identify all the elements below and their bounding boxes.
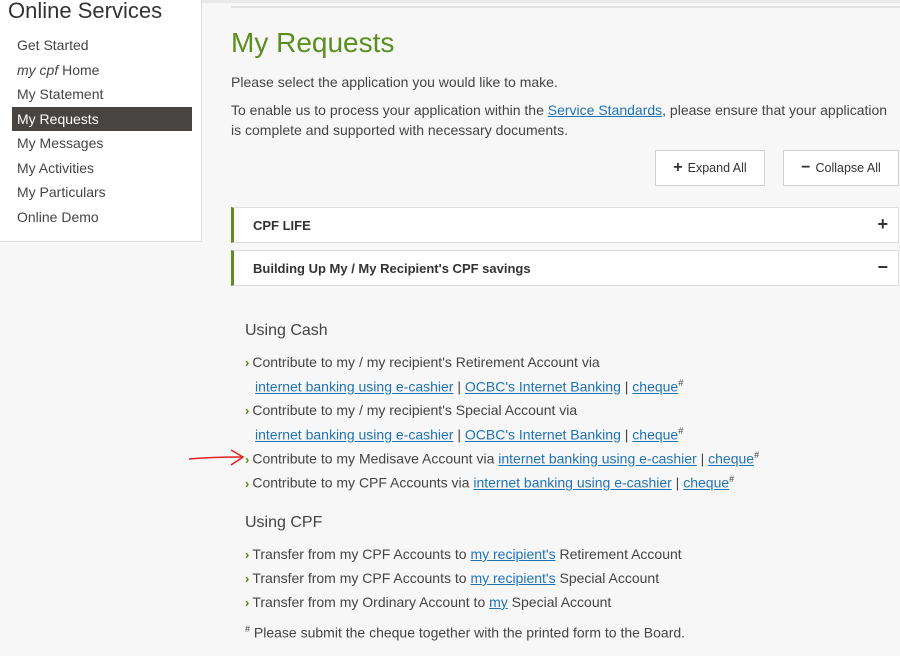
chevron-right-icon: › — [245, 595, 250, 610]
sidebar: Online Services Get Started my cpf Home … — [0, 0, 202, 242]
collapse-minus-icon[interactable]: − — [877, 257, 888, 278]
footnote-text: Please submit the cheque together with t… — [250, 624, 686, 641]
footnote-mark: # — [754, 450, 760, 460]
my-link[interactable]: my — [489, 594, 508, 610]
sidebar-item-label: Home — [58, 61, 100, 78]
list-item: › Contribute to my / my recipient's Speci… — [245, 402, 577, 418]
accordion-building-up-savings[interactable]: Building Up My / My Recipient's CPF savi… — [231, 250, 899, 286]
separator: | — [671, 474, 684, 491]
item-text: Contribute to my CPF Accounts via — [252, 474, 474, 491]
cheque-link[interactable]: cheque — [683, 475, 729, 491]
section-heading-using-cash: Using Cash — [245, 322, 328, 339]
item-text: Contribute to my / my recipient's Retire… — [252, 354, 600, 370]
item-text: Special Account — [507, 594, 612, 610]
sidebar-item-my-cpf-home[interactable]: my cpf Home — [12, 58, 192, 83]
ocbc-link[interactable]: OCBC's Internet Banking — [465, 427, 621, 443]
e-cashier-link[interactable]: internet banking using e-cashier — [255, 427, 453, 443]
sidebar-item-my-requests[interactable]: My Requests — [12, 106, 192, 131]
list-item: › Contribute to my / my recipient's Retir… — [245, 354, 600, 370]
e-cashier-link[interactable]: internet banking using e-cashier — [473, 475, 671, 491]
sidebar-item-label: My Messages — [17, 135, 104, 151]
item-text: Retirement Account — [555, 546, 682, 562]
footnote-mark: # — [678, 378, 684, 388]
sidebar-list: Get Started my cpf Home My Statement My … — [12, 33, 192, 229]
item-text: Special Account — [555, 570, 660, 586]
item-text: Contribute to my / my recipient's Specia… — [252, 402, 578, 418]
footnote-mark: # — [729, 474, 735, 484]
chevron-right-icon: › — [245, 571, 250, 586]
sidebar-item-my-statement[interactable]: My Statement — [12, 82, 192, 107]
button-label: Expand All — [687, 161, 747, 175]
separator: | — [696, 450, 709, 467]
sidebar-item-label: My Activities — [17, 159, 95, 176]
top-divider — [231, 6, 900, 8]
section-heading-using-cpf: Using CPF — [245, 514, 323, 531]
plus-icon: + — [673, 159, 683, 176]
chevron-right-icon: › — [245, 403, 250, 418]
accordion-title: CPF LIFE — [253, 218, 311, 233]
expand-all-button[interactable]: + Expand All — [655, 150, 765, 186]
sidebar-item-my-particulars[interactable]: My Particulars — [12, 180, 192, 205]
minus-icon: − — [801, 159, 811, 176]
expand-plus-icon[interactable]: + — [877, 214, 888, 235]
list-item: › Transfer from my CPF Accounts to my rec… — [245, 570, 659, 586]
separator: | — [620, 426, 633, 443]
intro-text: Please select the application you would … — [231, 74, 558, 90]
sidebar-item-label-em: my cpf — [17, 61, 59, 78]
e-cashier-link[interactable]: internet banking using e-cashier — [255, 379, 453, 395]
sidebar-item-my-activities[interactable]: My Activities — [12, 156, 192, 181]
separator: | — [453, 378, 465, 395]
page-title: My Requests — [231, 27, 395, 58]
my-recipients-link[interactable]: my recipient's — [470, 570, 555, 586]
sidebar-item-label: My Particulars — [17, 184, 106, 200]
collapse-all-button[interactable]: − Collapse All — [783, 150, 899, 186]
cheque-link[interactable]: cheque — [632, 379, 678, 395]
text: To enable us to process your application… — [231, 102, 548, 118]
link-row: internet banking using e-cashier | OCBC'… — [255, 378, 683, 395]
separator: | — [453, 426, 465, 443]
list-item: › Transfer from my Ordinary Account to my… — [245, 594, 611, 610]
item-text: Contribute to my Medisave Account via — [252, 450, 499, 467]
ocbc-link[interactable]: OCBC's Internet Banking — [465, 379, 621, 395]
separator: | — [620, 378, 633, 395]
list-item: › Contribute to my CPF Accounts via inter… — [245, 474, 734, 491]
sidebar-item-get-started[interactable]: Get Started — [12, 33, 192, 58]
service-standards-text: To enable us to process your application… — [231, 100, 899, 140]
list-item: › Transfer from my CPF Accounts to my rec… — [245, 546, 682, 562]
sidebar-item-label: Get Started — [17, 37, 89, 53]
accordion-cpf-life[interactable]: CPF LIFE + — [231, 207, 899, 243]
chevron-right-icon: › — [245, 547, 250, 562]
chevron-right-icon: › — [245, 355, 250, 370]
sidebar-item-online-demo[interactable]: Online Demo — [12, 205, 192, 230]
e-cashier-link[interactable]: internet banking using e-cashier — [498, 451, 696, 467]
sidebar-title: Online Services — [8, 0, 163, 23]
footnote-mark: # — [678, 426, 684, 436]
sidebar-item-label: My Statement — [17, 86, 104, 102]
item-text: Transfer from my CPF Accounts to — [252, 570, 471, 586]
my-recipients-link[interactable]: my recipient's — [470, 546, 555, 562]
red-annotation-arrow-icon — [188, 449, 245, 466]
sidebar-item-label: My Requests — [17, 110, 99, 127]
service-standards-link[interactable]: Service Standards — [548, 102, 662, 118]
item-text: Transfer from my CPF Accounts to — [252, 546, 471, 562]
sidebar-item-label: Online Demo — [17, 208, 99, 225]
item-text: Transfer from my Ordinary Account to — [252, 594, 490, 610]
accordion-title: Building Up My / My Recipient's CPF savi… — [253, 261, 531, 276]
button-label: Collapse All — [815, 161, 881, 175]
list-item: › Contribute to my Medisave Account via i… — [245, 450, 759, 467]
cheque-link[interactable]: cheque — [632, 427, 678, 443]
chevron-right-icon: › — [245, 475, 250, 491]
footnote: # Please submit the cheque together with… — [245, 624, 685, 641]
link-row: internet banking using e-cashier | OCBC'… — [255, 426, 683, 443]
cheque-link[interactable]: cheque — [708, 451, 754, 467]
sidebar-item-my-messages[interactable]: My Messages — [12, 131, 192, 156]
